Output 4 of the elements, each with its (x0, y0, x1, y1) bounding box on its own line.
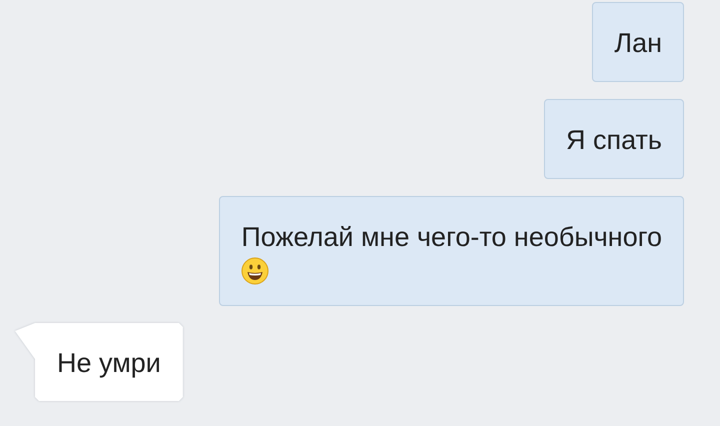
message-text: Не умри (57, 347, 161, 380)
message-text: Лан (614, 27, 662, 60)
message-text: Пожелай мне чего-то необычного (241, 221, 662, 254)
message-text: Я спать (566, 124, 662, 157)
